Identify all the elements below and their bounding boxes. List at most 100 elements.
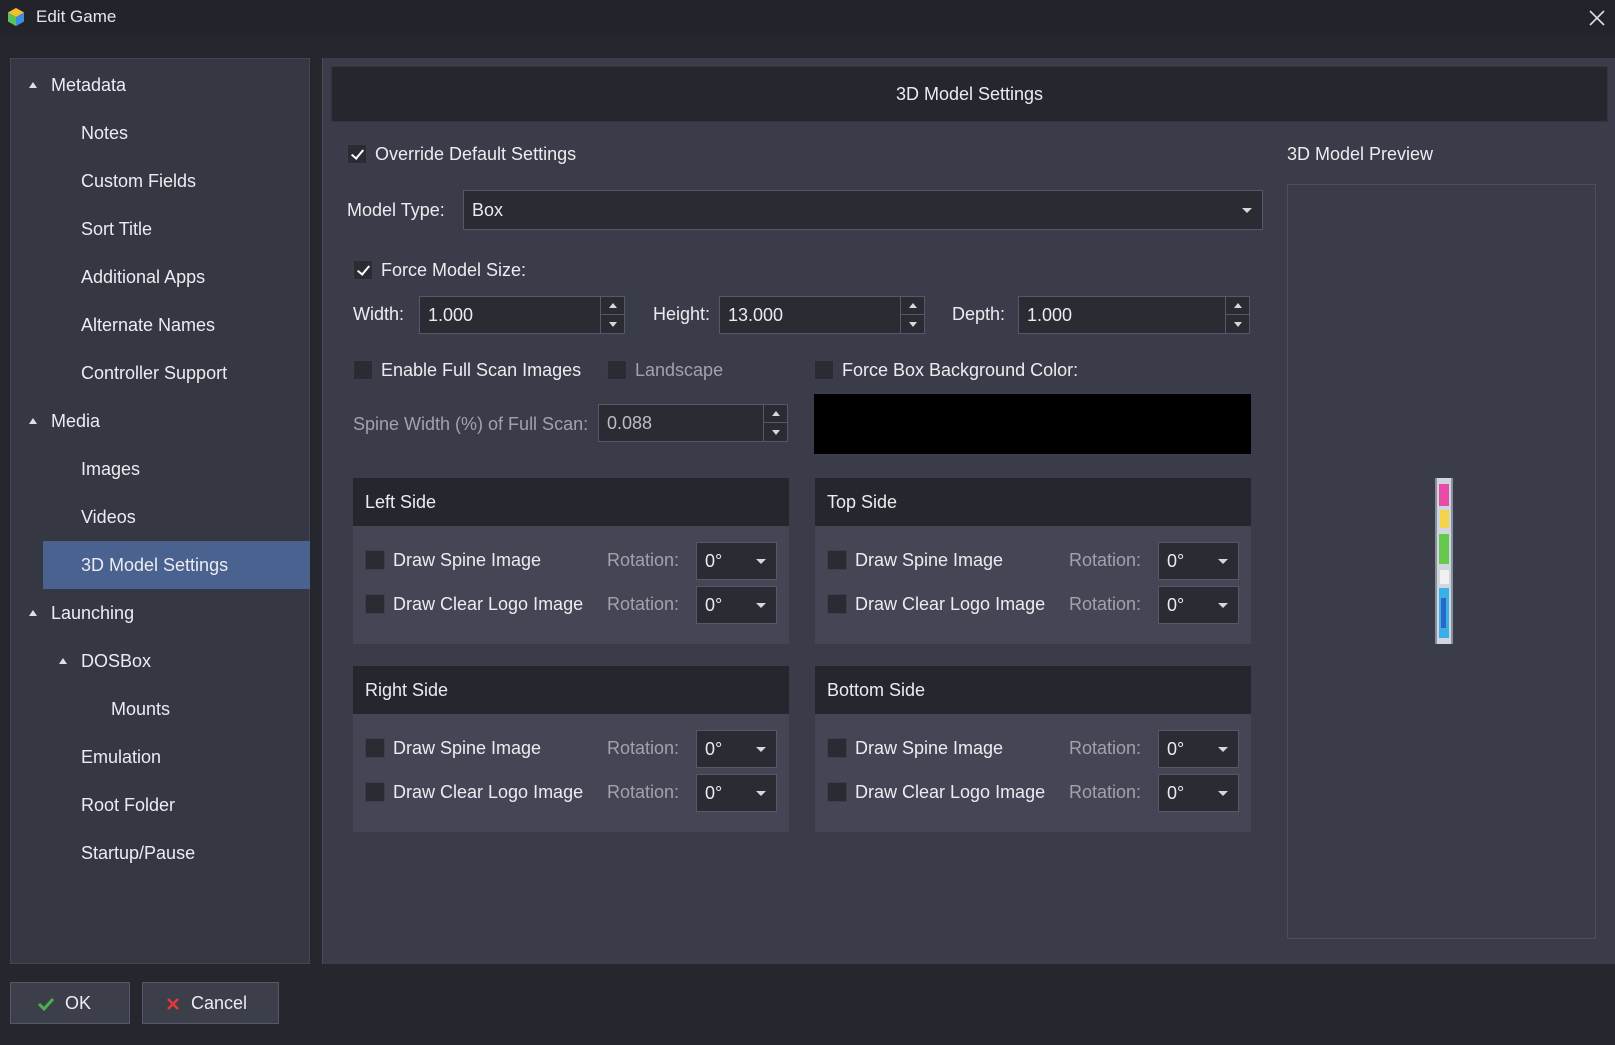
spine-rotation-select[interactable]: 0°: [1158, 542, 1239, 580]
sidebar-item-label: Custom Fields: [81, 170, 197, 191]
sidebar-item-controller-support[interactable]: Controller Support: [11, 349, 310, 397]
rotation-label: Rotation:: [607, 550, 680, 570]
depth-value: 1.000: [1027, 304, 1073, 325]
force-size-label: Force Model Size:: [381, 260, 527, 280]
depth-spinner[interactable]: 1.000: [1018, 296, 1250, 334]
draw-logo-checkbox[interactable]: [827, 594, 847, 614]
cancel-button[interactable]: Cancel: [142, 982, 279, 1024]
force-size-checkbox[interactable]: [353, 260, 373, 280]
sidebar-item-root-folder[interactable]: Root Folder: [11, 781, 310, 829]
sidebar-item-label: Notes: [81, 122, 129, 143]
draw-spine-checkbox[interactable]: [827, 550, 847, 570]
logo-rotation-select[interactable]: 0°: [696, 586, 777, 624]
height-spinner[interactable]: 13.000: [719, 296, 925, 334]
model-preview-viewport[interactable]: [1287, 184, 1596, 939]
spine-width-spinner[interactable]: 0.088: [598, 404, 788, 442]
sidebar-item-label: Controller Support: [81, 362, 228, 383]
model-type-label: Model Type:: [347, 200, 445, 220]
landscape-checkbox[interactable]: [607, 360, 627, 380]
chevron-down-icon: [756, 791, 766, 796]
sidebar-item-label: Startup/Pause: [81, 842, 196, 863]
force-bg-checkbox[interactable]: [814, 360, 834, 380]
override-checkbox[interactable]: [347, 144, 367, 164]
sidebar-item-notes[interactable]: Notes: [11, 109, 310, 157]
sidebar-item-media[interactable]: Media: [11, 397, 310, 445]
draw-spine-checkbox[interactable]: [365, 738, 385, 758]
draw-spine-checkbox[interactable]: [827, 738, 847, 758]
draw-logo-checkbox[interactable]: [365, 782, 385, 802]
sidebar-item-alternate-names[interactable]: Alternate Names: [11, 301, 310, 349]
ok-button[interactable]: OK: [10, 982, 130, 1024]
sidebar-item-custom-fields[interactable]: Custom Fields: [11, 157, 310, 205]
group-title: Right Side: [353, 666, 789, 714]
sidebar-item-label: Media: [51, 410, 101, 431]
sidebar-item-launching[interactable]: Launching: [11, 589, 310, 637]
logo-rotation-select[interactable]: 0°: [1158, 774, 1239, 812]
bottom-side-group: Bottom Side Draw Spine Image Rotation: 0…: [815, 666, 1251, 832]
sidebar-item-label: Metadata: [51, 74, 127, 95]
chevron-down-icon: [1218, 603, 1228, 608]
checkmark-icon: [37, 997, 55, 1012]
increment-icon[interactable]: [601, 297, 625, 315]
increment-icon[interactable]: [901, 297, 925, 315]
title-bar: Edit Game: [0, 0, 1615, 36]
decrement-icon[interactable]: [601, 315, 625, 333]
sidebar-item-videos[interactable]: Videos: [11, 493, 310, 541]
collapse-arrow-icon[interactable]: [29, 610, 37, 616]
sidebar-item-mounts[interactable]: Mounts: [11, 685, 310, 733]
decrement-icon[interactable]: [1226, 315, 1250, 333]
sidebar-item-startup-pause[interactable]: Startup/Pause: [11, 829, 310, 877]
preview-title: 3D Model Preview: [1287, 144, 1434, 164]
spine-width-value: 0.088: [607, 412, 653, 433]
chevron-down-icon: [1218, 559, 1228, 564]
sidebar-item-images[interactable]: Images: [11, 445, 310, 493]
sidebar-item-emulation[interactable]: Emulation: [11, 733, 310, 781]
rotation-label: Rotation:: [607, 594, 680, 614]
collapse-arrow-icon[interactable]: [29, 82, 37, 88]
background-color-swatch[interactable]: [814, 394, 1251, 454]
sidebar-item-metadata[interactable]: Metadata: [11, 61, 310, 109]
width-spinner[interactable]: 1.000: [419, 296, 625, 334]
sidebar-item-dosbox[interactable]: DOSBox: [11, 637, 310, 685]
close-icon[interactable]: [1583, 4, 1611, 32]
model-type-select[interactable]: Box: [463, 190, 1263, 230]
sidebar-item-sort-title[interactable]: Sort Title: [11, 205, 310, 253]
draw-spine-checkbox[interactable]: [365, 550, 385, 570]
draw-spine-label: Draw Spine Image: [393, 738, 542, 758]
spine-rotation-select[interactable]: 0°: [1158, 730, 1239, 768]
sidebar-item-label: Images: [81, 458, 141, 479]
group-title: Bottom Side: [815, 666, 1251, 714]
sidebar-item-label: Emulation: [81, 746, 162, 767]
rotation-value: 0°: [705, 782, 723, 803]
chevron-down-icon: [756, 603, 766, 608]
logo-rotation-select[interactable]: 0°: [1158, 586, 1239, 624]
draw-logo-checkbox[interactable]: [827, 782, 847, 802]
spine-rotation-select[interactable]: 0°: [696, 730, 777, 768]
chevron-down-icon: [756, 747, 766, 752]
rotation-label: Rotation:: [1069, 594, 1142, 614]
sidebar-item-3d-model-settings[interactable]: 3D Model Settings: [43, 541, 310, 589]
logo-rotation-select[interactable]: 0°: [696, 774, 777, 812]
draw-logo-label: Draw Clear Logo Image: [855, 594, 1046, 614]
sidebar-tree: Metadata Notes Custom Fields Sort Title …: [10, 58, 310, 964]
increment-icon[interactable]: [764, 405, 788, 423]
draw-logo-checkbox[interactable]: [365, 594, 385, 614]
sidebar-item-label: Mounts: [111, 698, 171, 719]
rotation-value: 0°: [1167, 594, 1185, 615]
decrement-icon[interactable]: [764, 423, 788, 441]
ok-label: OK: [65, 992, 92, 1013]
collapse-arrow-icon[interactable]: [29, 418, 37, 424]
collapse-arrow-icon[interactable]: [59, 658, 67, 664]
draw-spine-label: Draw Spine Image: [855, 550, 1004, 570]
sidebar-item-label: 3D Model Settings: [81, 554, 229, 575]
app-logo-icon: [8, 8, 24, 26]
spine-rotation-select[interactable]: 0°: [696, 542, 777, 580]
rotation-value: 0°: [1167, 782, 1185, 803]
model-type-value: Box: [472, 199, 504, 220]
increment-icon[interactable]: [1226, 297, 1250, 315]
sidebar-item-additional-apps[interactable]: Additional Apps: [11, 253, 310, 301]
chevron-down-icon: [1218, 791, 1228, 796]
draw-spine-label: Draw Spine Image: [393, 550, 542, 570]
decrement-icon[interactable]: [901, 315, 925, 333]
full-scan-checkbox[interactable]: [353, 360, 373, 380]
